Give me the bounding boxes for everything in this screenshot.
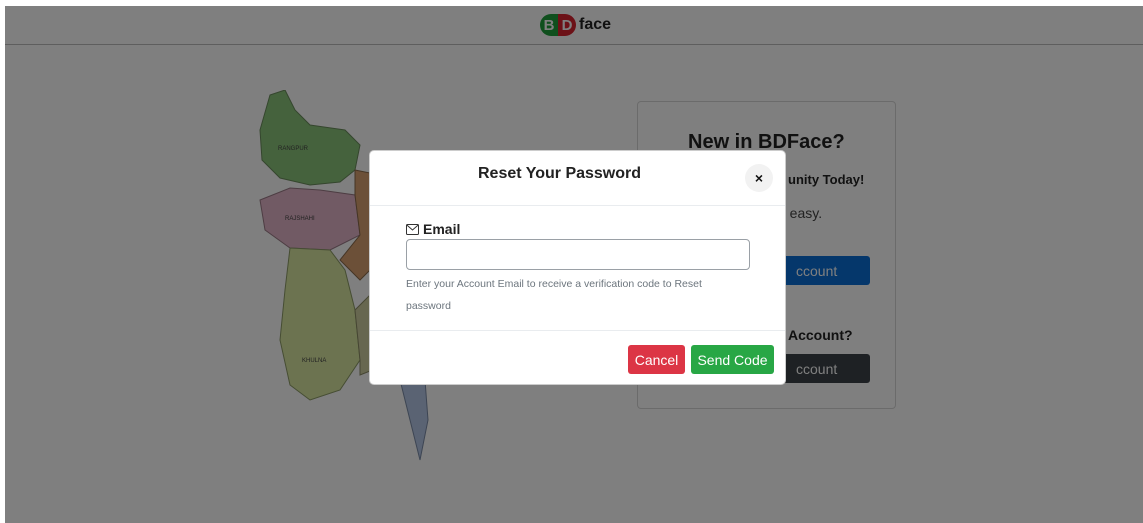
email-label-text: Email [423,221,461,237]
email-label: Email [406,221,460,237]
close-button[interactable]: × [745,164,773,192]
email-input[interactable] [406,239,750,270]
modal-footer: Cancel Send Code [370,330,785,386]
close-icon: × [754,170,764,186]
page: B D face RANGPUR RAJSHAHI KHULNA New in … [5,6,1143,523]
mail-icon [406,223,419,235]
modal-header: Reset Your Password × [370,151,785,206]
cancel-button[interactable]: Cancel [628,345,685,374]
send-code-button[interactable]: Send Code [691,345,774,374]
reset-password-modal: Reset Your Password × Email Enter your A… [369,150,786,385]
email-help-text: Enter your Account Email to receive a ve… [406,278,702,312]
modal-title: Reset Your Password [478,165,642,182]
